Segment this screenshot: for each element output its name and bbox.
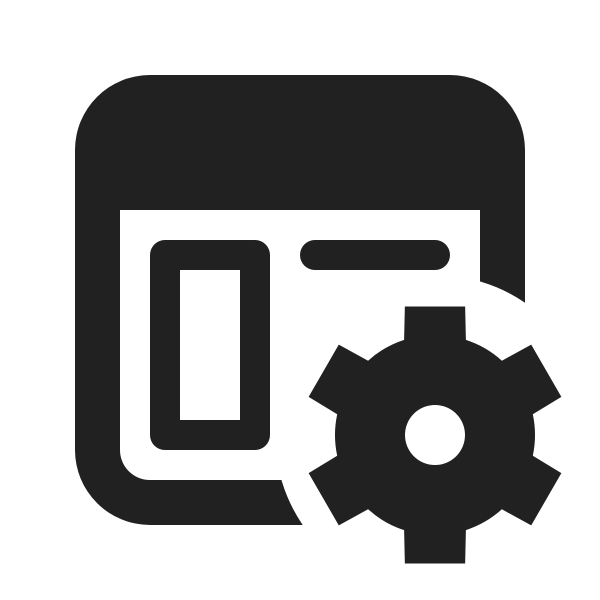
app-settings-icon <box>75 75 562 564</box>
title-line-icon <box>300 240 450 270</box>
sidebar-panel-icon <box>150 240 270 450</box>
icon-canvas <box>0 0 600 600</box>
